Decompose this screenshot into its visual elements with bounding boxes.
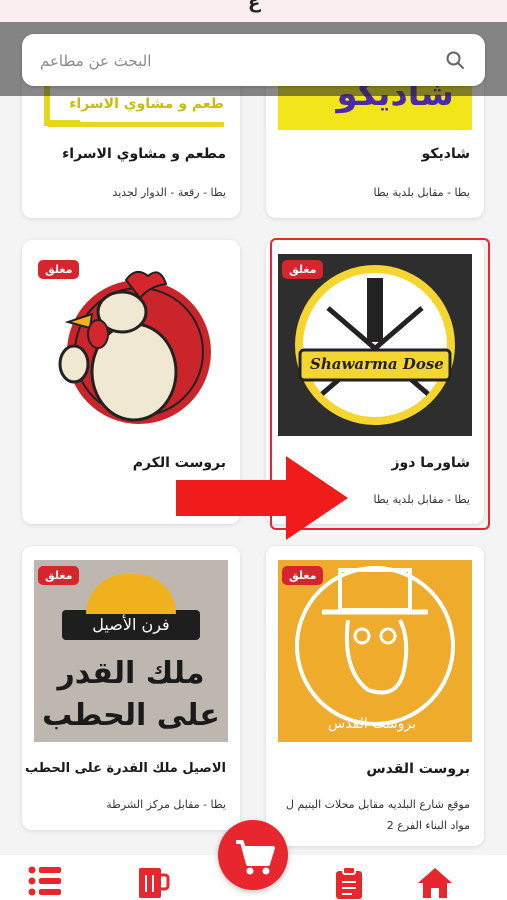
restaurant-name: مطعم و مشاوي الاسراء — [62, 146, 226, 162]
broasted-quds-logo-graphic — [295, 566, 455, 726]
search-icon[interactable] — [445, 50, 465, 70]
rooster-logo-graphic — [58, 270, 211, 424]
cart-button[interactable] — [218, 820, 288, 890]
search-input[interactable] — [38, 34, 432, 88]
cart-icon — [236, 840, 275, 875]
drink-mug-icon[interactable] — [136, 866, 170, 900]
menu-list-icon[interactable] — [28, 866, 62, 896]
restaurant-card-quds[interactable]: بروست القدس بروست القدس موقع شارع البلدي… — [266, 546, 484, 846]
logo-text: فرن الأصيل — [92, 615, 170, 634]
restaurant-name: الاصيل ملك القدرة على الحطب — [24, 761, 226, 776]
logo-text-line-2: ملك القدر — [57, 656, 205, 691]
restaurant-name: بروست القدس — [366, 761, 470, 777]
logo-text: بروست القدس — [328, 716, 416, 732]
restaurant-address: يطا - مقابل مركز الشرطة — [106, 798, 226, 811]
restaurant-name: شاديكو — [421, 146, 470, 162]
logo-arc — [86, 574, 176, 614]
status-strip: ع — [0, 0, 507, 22]
restaurant-logo — [34, 254, 228, 436]
status-badge: مغلق — [282, 566, 324, 585]
logo-text: طعم و مشاوي الاسراء — [69, 96, 224, 112]
home-icon[interactable] — [416, 866, 454, 900]
restaurant-logo: بروست القدس — [278, 560, 472, 742]
status-badge: مغلق — [38, 260, 80, 279]
restaurant-address: موقع شارع البلديه مقابل محلات اليتيم ل م… — [285, 798, 470, 832]
search-bar[interactable] — [22, 34, 485, 88]
logo-text-line-3: على الحطب — [42, 698, 220, 733]
restaurant-logo: فرن الأصيل ملك القدر على الحطب — [34, 560, 228, 742]
restaurant-card-aseel[interactable]: فرن الأصيل ملك القدر على الحطب الاصيل مل… — [22, 546, 240, 830]
pointer-arrow-icon — [176, 456, 348, 540]
orders-clipboard-icon[interactable] — [334, 866, 364, 900]
top-partial-text: ع — [248, 0, 261, 13]
restaurant-address: يطا - مقابل بلدية يطا — [373, 186, 470, 199]
restaurant-address: يطا - رقعة - الدوار لجديد — [112, 186, 226, 199]
status-badge: مغلق — [38, 566, 80, 585]
